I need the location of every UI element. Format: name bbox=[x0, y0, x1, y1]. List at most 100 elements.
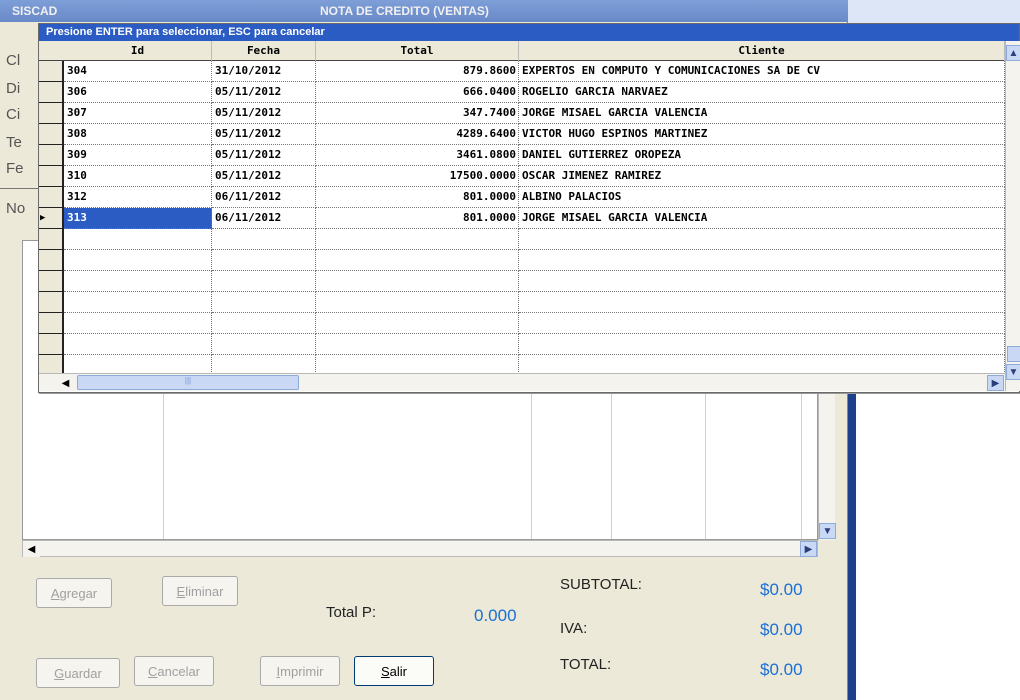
cell-id[interactable]: 306 bbox=[64, 82, 212, 103]
row-indicator[interactable] bbox=[39, 61, 64, 82]
cell-cliente[interactable]: DANIEL GUTIERREZ OROPEZA bbox=[519, 145, 1005, 166]
row-indicator[interactable] bbox=[39, 334, 64, 355]
column-header-total[interactable]: Total bbox=[316, 41, 519, 61]
cell-cliente[interactable]: JORGE MISAEL GARCIA VALENCIA bbox=[519, 208, 1005, 229]
cell-fecha[interactable]: 05/11/2012 bbox=[212, 166, 316, 187]
cell-id[interactable]: 313 bbox=[64, 208, 212, 229]
cell-total[interactable]: 4289.6400 bbox=[316, 124, 519, 145]
cell-fecha[interactable]: 05/11/2012 bbox=[212, 82, 316, 103]
scroll-right-icon[interactable]: ▶ bbox=[800, 541, 817, 557]
cell-cliente[interactable] bbox=[519, 250, 1005, 271]
table-row[interactable]: 308 05/11/2012 4289.6400 VICTOR HUGO ESPINO… bbox=[64, 124, 1005, 145]
cell-id[interactable]: 304 bbox=[64, 61, 212, 82]
cell-id[interactable]: 310 bbox=[64, 166, 212, 187]
add-button[interactable]: Agregar bbox=[36, 578, 112, 608]
empty-table-row[interactable] bbox=[64, 313, 1005, 334]
empty-table-row[interactable] bbox=[64, 229, 1005, 250]
table-row[interactable]: 313 06/11/2012 801.0000 JORGE MISAEL GARCIA… bbox=[64, 208, 1005, 229]
table-row[interactable]: 304 31/10/2012 879.8600 EXPERTOS EN COMPUTO… bbox=[64, 61, 1005, 82]
cell-total[interactable]: 347.7400 bbox=[316, 103, 519, 124]
popup-vertical-scroll-thumb[interactable] bbox=[1007, 346, 1020, 362]
cell-total[interactable] bbox=[316, 292, 519, 313]
table-row[interactable]: 306 05/11/2012 666.0400 ROGELIO GARCIA NARV… bbox=[64, 82, 1005, 103]
row-indicator[interactable] bbox=[39, 292, 64, 313]
cell-total[interactable]: 3461.0800 bbox=[316, 145, 519, 166]
scroll-right-icon[interactable]: ▶ bbox=[987, 375, 1004, 391]
cell-cliente[interactable]: ALBINO PALACIOS bbox=[519, 187, 1005, 208]
table-row[interactable]: 307 05/11/2012 347.7400 JORGE MISAEL GARCIA… bbox=[64, 103, 1005, 124]
cell-id[interactable]: 309 bbox=[64, 145, 212, 166]
exit-button[interactable]: Salir bbox=[354, 656, 434, 686]
scroll-left-icon[interactable]: ◀ bbox=[57, 375, 74, 391]
row-indicator[interactable] bbox=[39, 271, 64, 292]
cell-cliente[interactable]: JORGE MISAEL GARCIA VALENCIA bbox=[519, 103, 1005, 124]
cell-fecha[interactable] bbox=[212, 292, 316, 313]
cell-total[interactable] bbox=[316, 313, 519, 334]
table-row[interactable]: 309 05/11/2012 3461.0800 DANIEL GUTIERREZ O… bbox=[64, 145, 1005, 166]
scroll-down-icon[interactable]: ▼ bbox=[819, 523, 836, 539]
items-horizontal-scrollbar[interactable]: ◀ ▶ bbox=[22, 540, 818, 557]
cell-total[interactable] bbox=[316, 271, 519, 292]
cell-fecha[interactable]: 06/11/2012 bbox=[212, 208, 316, 229]
cell-total[interactable]: 666.0400 bbox=[316, 82, 519, 103]
cell-cliente[interactable] bbox=[519, 229, 1005, 250]
popup-vertical-scrollbar[interactable]: ▲ ▼ bbox=[1005, 41, 1020, 391]
row-indicator[interactable] bbox=[39, 145, 64, 166]
cell-total[interactable]: 17500.0000 bbox=[316, 166, 519, 187]
row-indicator[interactable]: ▶ bbox=[39, 208, 64, 229]
cell-id[interactable] bbox=[64, 292, 212, 313]
row-indicator[interactable] bbox=[39, 82, 64, 103]
empty-table-row[interactable] bbox=[64, 271, 1005, 292]
cell-cliente[interactable] bbox=[519, 313, 1005, 334]
table-row[interactable]: 312 06/11/2012 801.0000 ALBINO PALACIOS bbox=[64, 187, 1005, 208]
row-indicator[interactable] bbox=[39, 229, 64, 250]
cell-fecha[interactable] bbox=[212, 334, 316, 355]
column-header-fecha[interactable]: Fecha bbox=[212, 41, 316, 61]
cell-total[interactable]: 801.0000 bbox=[316, 208, 519, 229]
scroll-left-icon[interactable]: ◀ bbox=[23, 541, 40, 557]
row-indicator[interactable] bbox=[39, 250, 64, 271]
column-header-cliente[interactable]: Cliente bbox=[519, 41, 1005, 61]
table-row[interactable]: 310 05/11/2012 17500.0000 OSCAR JIMENEZ RAM… bbox=[64, 166, 1005, 187]
cell-cliente[interactable]: EXPERTOS EN COMPUTO Y COMUNICACIONES SA … bbox=[519, 61, 1005, 82]
cell-total[interactable] bbox=[316, 250, 519, 271]
cancel-button[interactable]: Cancelar bbox=[134, 656, 214, 686]
cell-cliente[interactable] bbox=[519, 271, 1005, 292]
scroll-down-icon[interactable]: ▼ bbox=[1006, 364, 1020, 380]
empty-table-row[interactable] bbox=[64, 292, 1005, 313]
save-button[interactable]: Guardar bbox=[36, 658, 120, 688]
row-indicator[interactable] bbox=[39, 313, 64, 334]
cell-cliente[interactable]: VICTOR HUGO ESPINOS MARTINEZ bbox=[519, 124, 1005, 145]
popup-horizontal-scroll-thumb[interactable]: ||| bbox=[77, 375, 299, 390]
invoice-grid[interactable]: Id Fecha Total Cliente ▶ 304 31/10/2012 87… bbox=[39, 41, 1005, 376]
cell-fecha[interactable] bbox=[212, 250, 316, 271]
empty-table-row[interactable] bbox=[64, 250, 1005, 271]
cell-id[interactable] bbox=[64, 334, 212, 355]
cell-cliente[interactable]: ROGELIO GARCIA NARVAEZ bbox=[519, 82, 1005, 103]
cell-fecha[interactable] bbox=[212, 313, 316, 334]
cell-id[interactable] bbox=[64, 229, 212, 250]
cell-fecha[interactable]: 06/11/2012 bbox=[212, 187, 316, 208]
cell-id[interactable]: 312 bbox=[64, 187, 212, 208]
cell-fecha[interactable] bbox=[212, 229, 316, 250]
cell-cliente[interactable] bbox=[519, 292, 1005, 313]
cell-id[interactable]: 307 bbox=[64, 103, 212, 124]
row-indicator[interactable] bbox=[39, 103, 64, 124]
cell-fecha[interactable]: 05/11/2012 bbox=[212, 124, 316, 145]
column-header-id[interactable]: Id bbox=[64, 41, 212, 61]
popup-horizontal-scrollbar[interactable]: ◀ ||| ▶ bbox=[39, 373, 1005, 391]
cell-fecha[interactable]: 31/10/2012 bbox=[212, 61, 316, 82]
cell-cliente[interactable]: OSCAR JIMENEZ RAMIREZ bbox=[519, 166, 1005, 187]
cell-id[interactable]: 308 bbox=[64, 124, 212, 145]
cell-id[interactable] bbox=[64, 313, 212, 334]
cell-id[interactable] bbox=[64, 250, 212, 271]
cell-fecha[interactable]: 05/11/2012 bbox=[212, 103, 316, 124]
delete-button[interactable]: Eliminar bbox=[162, 576, 238, 606]
cell-total[interactable] bbox=[316, 334, 519, 355]
cell-id[interactable] bbox=[64, 271, 212, 292]
empty-table-row[interactable] bbox=[64, 334, 1005, 355]
cell-fecha[interactable]: 05/11/2012 bbox=[212, 145, 316, 166]
cell-total[interactable]: 879.8600 bbox=[316, 61, 519, 82]
print-button[interactable]: Imprimir bbox=[260, 656, 340, 686]
cell-fecha[interactable] bbox=[212, 271, 316, 292]
